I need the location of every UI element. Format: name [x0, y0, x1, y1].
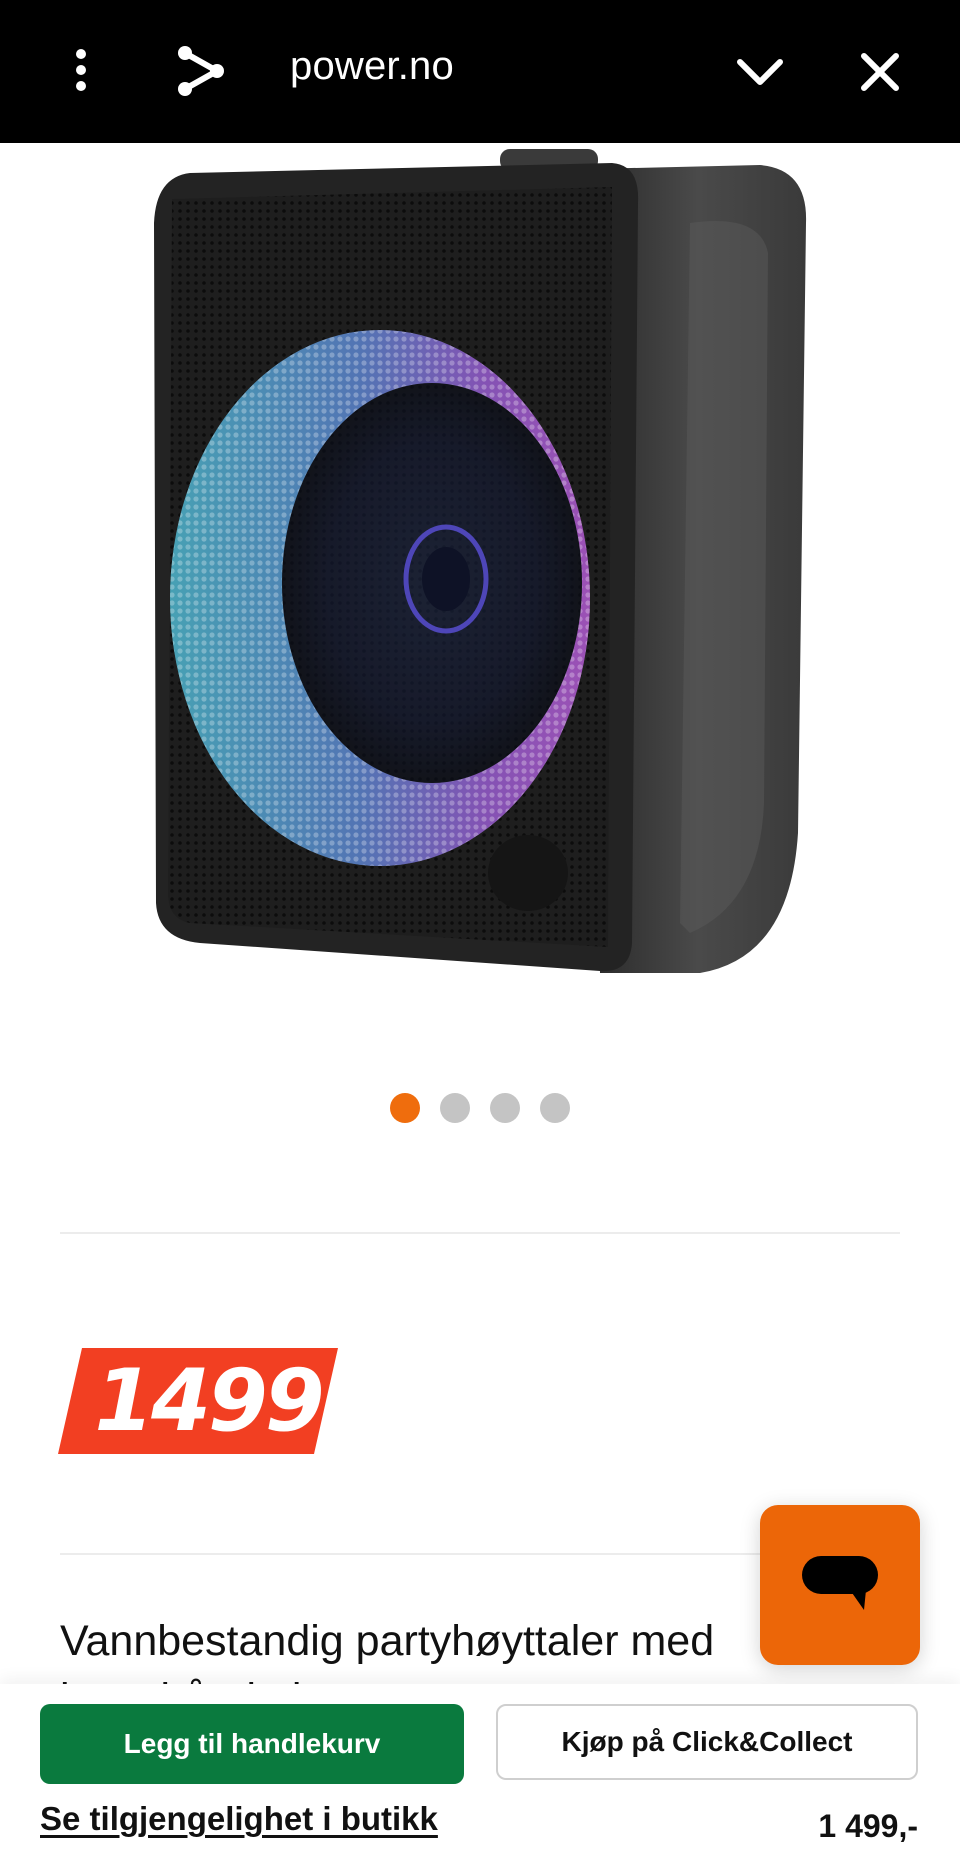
chat-bubble-icon [802, 1556, 878, 1610]
share-icon[interactable] [170, 38, 232, 104]
url-domain[interactable]: power.no [290, 40, 454, 92]
add-to-cart-button[interactable]: Legg til handlekurv [40, 1704, 464, 1784]
click-collect-button[interactable]: Kjøp på Click&Collect [496, 1704, 918, 1780]
store-availability-link[interactable]: Se tilgjengelighet i butikk [40, 1796, 438, 1842]
price-badge: 1499 [58, 1348, 338, 1454]
more-vertical-icon[interactable] [56, 40, 106, 100]
carousel-dot-1[interactable] [390, 1093, 420, 1123]
close-icon[interactable] [852, 44, 908, 100]
price-badge-value: 1499 [94, 1351, 324, 1451]
carousel-dot-2[interactable] [440, 1093, 470, 1123]
chat-button[interactable] [760, 1505, 920, 1665]
divider [60, 1232, 900, 1234]
carousel-dot-4[interactable] [540, 1093, 570, 1123]
chevron-down-icon[interactable] [730, 44, 790, 98]
bottom-price: 1 499,- [818, 1808, 918, 1844]
carousel-dot-3[interactable] [490, 1093, 520, 1123]
carousel-indicator [390, 1093, 570, 1123]
product-image[interactable] [0, 143, 960, 1043]
top-bar: power.no [0, 0, 960, 143]
bottom-action-bar: Legg til handlekurv Kjøp på Click&Collec… [0, 1684, 960, 1874]
